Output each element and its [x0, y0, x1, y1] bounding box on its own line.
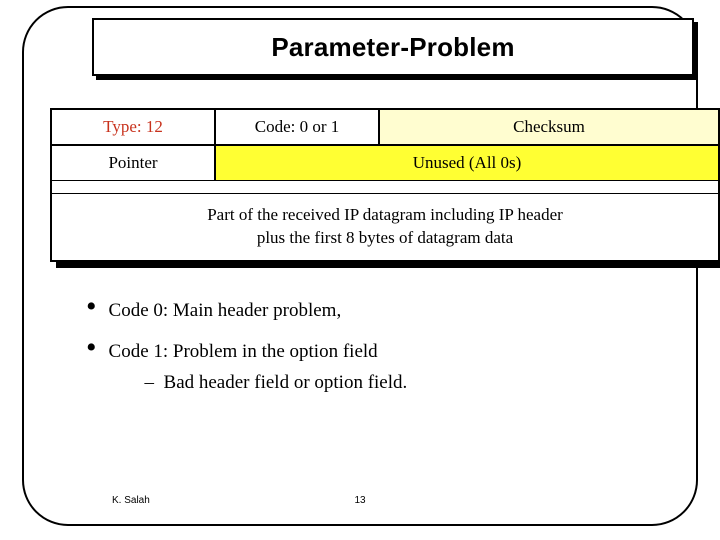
packet-row-2: Pointer Unused (All 0s) — [51, 145, 719, 181]
bullet-text-1: Code 1: Problem in the option field — [109, 341, 378, 362]
field-code: Code: 0 or 1 — [215, 109, 379, 145]
sub-bullet-text: Bad header field or option field. — [164, 372, 408, 393]
bullet-text-0: Code 0: Main header problem, — [109, 300, 342, 323]
field-pointer: Pointer — [51, 145, 215, 181]
sub-bullet: – Bad header field or option field. — [145, 372, 408, 395]
bullet-body-1: Code 1: Problem in the option field – Ba… — [109, 341, 408, 395]
bullet-list: • Code 0: Main header problem, • Code 1:… — [86, 300, 686, 412]
field-checksum: Checksum — [379, 109, 719, 145]
page-title: Parameter-Problem — [271, 32, 514, 63]
payload-desc-line2: plus the first 8 bytes of datagram data — [257, 227, 513, 250]
bullet-icon: • — [86, 341, 97, 355]
packet-table: Type: 12 Code: 0 or 1 Checksum Pointer U… — [50, 108, 720, 262]
payload-desc-line1: Part of the received IP datagram includi… — [207, 204, 563, 227]
list-item: • Code 1: Problem in the option field – … — [86, 341, 686, 395]
bullet-icon: • — [86, 300, 97, 314]
footer-page-number: 13 — [354, 495, 365, 506]
packet-gap — [51, 181, 719, 193]
field-unused: Unused (All 0s) — [215, 145, 719, 181]
title-box: Parameter-Problem — [92, 18, 694, 76]
footer-author: K. Salah — [112, 495, 150, 506]
field-payload-desc: Part of the received IP datagram includi… — [51, 193, 719, 261]
field-type: Type: 12 — [51, 109, 215, 145]
packet-diagram: Type: 12 Code: 0 or 1 Checksum Pointer U… — [50, 108, 720, 262]
slide-frame: Parameter-Problem Type: 12 Code: 0 or 1 … — [22, 6, 698, 526]
list-item: • Code 0: Main header problem, — [86, 300, 686, 323]
packet-row-1: Type: 12 Code: 0 or 1 Checksum — [51, 109, 719, 145]
